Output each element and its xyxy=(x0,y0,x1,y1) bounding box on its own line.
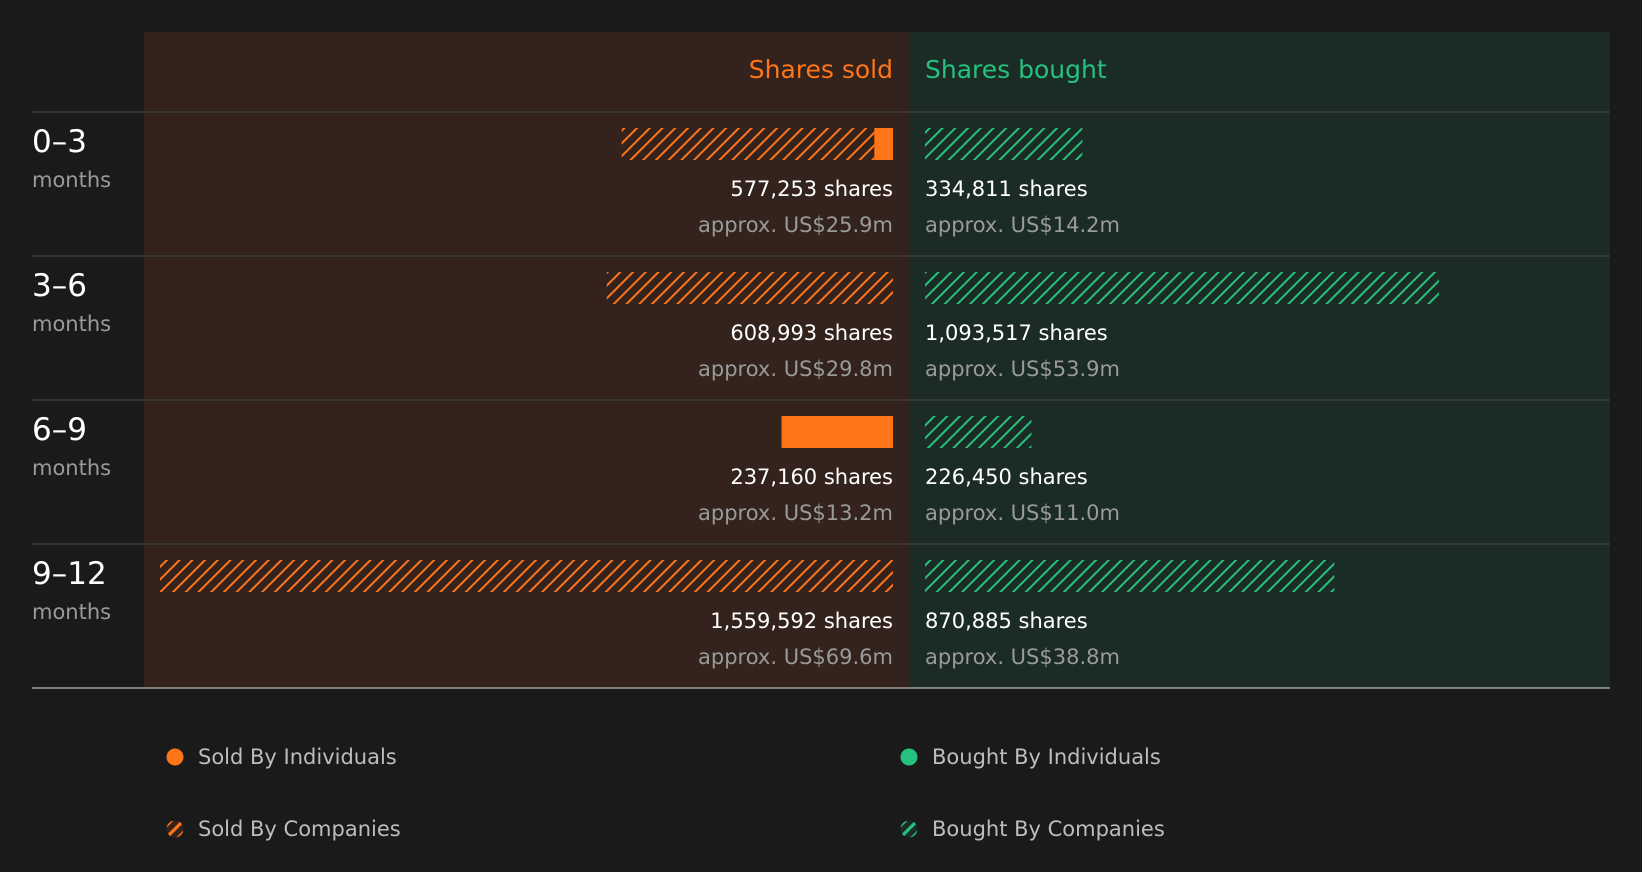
legend-label-bought-companies: Bought By Companies xyxy=(932,817,1165,841)
bought-usd-label: approx. US$11.0m xyxy=(925,501,1120,525)
bar-sold-by-individuals xyxy=(781,416,893,448)
insider-trading-chart: Shares sold Shares bought 0–3 months 577,2… xyxy=(32,32,1610,689)
bought-usd-label: approx. US$14.2m xyxy=(925,213,1120,237)
bought-usd-label: approx. US$38.8m xyxy=(925,645,1120,669)
category-range-label: 0–3 xyxy=(32,124,87,160)
legend-label-sold-companies: Sold By Companies xyxy=(198,817,401,841)
sold-usd-label: approx. US$29.8m xyxy=(698,357,893,381)
sold-shares-label: 237,160 shares xyxy=(730,465,893,489)
bar-bought-by-companies xyxy=(925,416,1032,448)
bar-sold-by-individuals xyxy=(874,128,893,160)
legend-item-bought-individuals: Bought By Individuals xyxy=(900,745,1161,769)
bar-sold-by-companies xyxy=(606,272,893,304)
legend-swatch-sold-individuals xyxy=(166,748,184,766)
legend-swatch-bought-individuals xyxy=(900,748,918,766)
bar-sold-by-companies xyxy=(160,560,893,592)
category-range-label: 3–6 xyxy=(32,268,87,304)
bought-shares-label: 334,811 shares xyxy=(925,177,1088,201)
bar-bought-by-companies xyxy=(925,560,1335,592)
sold-usd-label: approx. US$69.6m xyxy=(698,645,893,669)
category-unit-label: months xyxy=(32,168,111,192)
category-unit-label: months xyxy=(32,456,111,480)
bought-shares-label: 226,450 shares xyxy=(925,465,1088,489)
category-range-label: 6–9 xyxy=(32,412,87,448)
legend-item-bought-companies: Bought By Companies xyxy=(900,817,1165,841)
legend-swatch-sold-companies xyxy=(166,820,184,838)
sold-usd-label: approx. US$13.2m xyxy=(698,501,893,525)
bought-usd-label: approx. US$53.9m xyxy=(925,357,1120,381)
sold-shares-label: 1,559,592 shares xyxy=(710,609,893,633)
bought-shares-label: 870,885 shares xyxy=(925,609,1088,633)
bar-bought-by-companies xyxy=(925,128,1083,160)
sold-header: Shares sold xyxy=(749,55,893,84)
legend-label-sold-individuals: Sold By Individuals xyxy=(198,745,397,769)
category-range-label: 9–12 xyxy=(32,556,107,592)
legend-item-sold-individuals: Sold By Individuals xyxy=(166,745,397,769)
sold-shares-label: 577,253 shares xyxy=(730,177,893,201)
sold-shares-label: 608,993 shares xyxy=(730,321,893,345)
bought-header: Shares bought xyxy=(925,55,1107,84)
legend-swatch-bought-companies xyxy=(900,820,918,838)
bar-bought-by-companies xyxy=(925,272,1439,304)
bar-sold-by-companies xyxy=(621,128,875,160)
category-unit-label: months xyxy=(32,600,111,624)
category-unit-label: months xyxy=(32,312,111,336)
bought-shares-label: 1,093,517 shares xyxy=(925,321,1108,345)
sold-usd-label: approx. US$25.9m xyxy=(698,213,893,237)
legend-label-bought-individuals: Bought By Individuals xyxy=(932,745,1161,769)
legend-item-sold-companies: Sold By Companies xyxy=(166,817,401,841)
